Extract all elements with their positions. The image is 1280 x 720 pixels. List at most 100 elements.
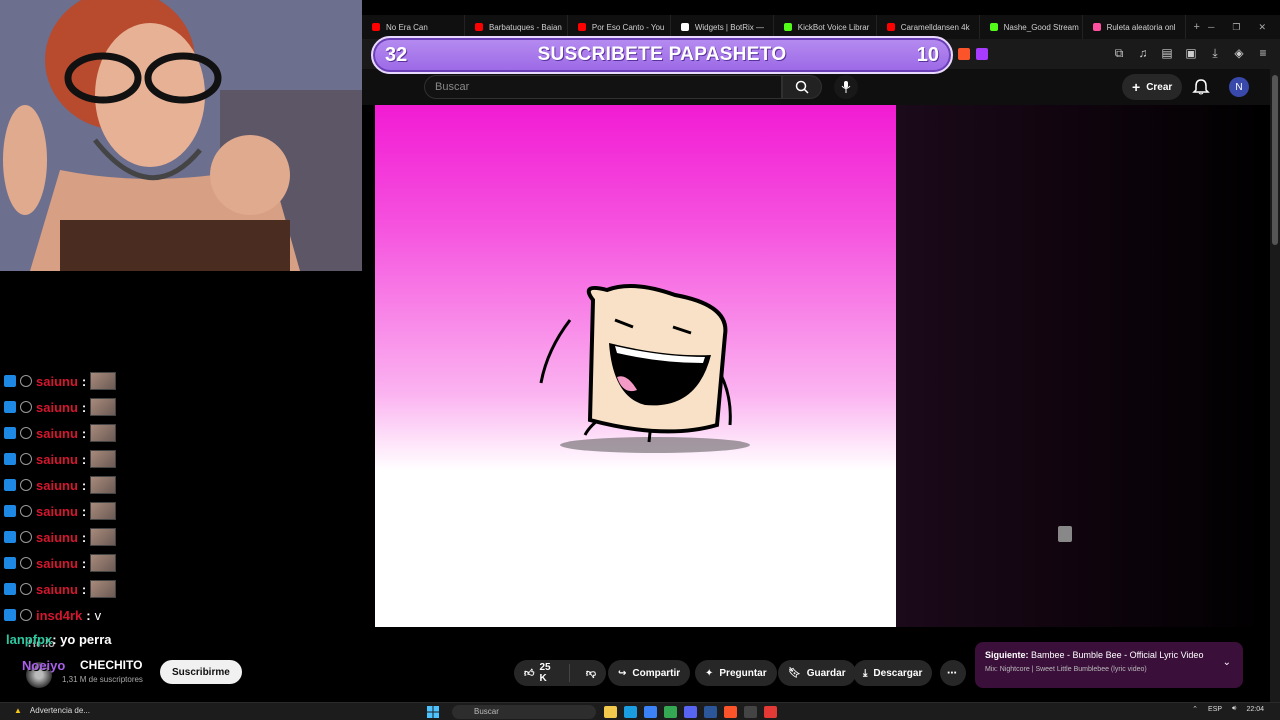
tab-favicon-icon <box>577 23 586 31</box>
eye-icon <box>20 583 32 595</box>
brave-rewards-icon[interactable] <box>976 48 988 60</box>
chat-message: saiunu: <box>0 368 362 394</box>
overlay-chat-message: : yo perra <box>52 632 112 647</box>
share-button[interactable]: ↪ Compartir <box>608 660 691 686</box>
subscribe-button[interactable]: Suscribirme <box>160 660 242 684</box>
account-avatar[interactable]: N <box>1229 77 1249 97</box>
chat-emote <box>90 502 117 520</box>
chevron-down-icon[interactable]: ⌄ <box>1223 657 1231 668</box>
taskbar-search[interactable]: Buscar <box>452 705 596 719</box>
video-info-bar: Hello lanpfpx: yo perra Noeiyo CHECHITO … <box>0 628 1270 702</box>
language-indicator[interactable]: ESP <box>1208 706 1222 713</box>
page-scrollbar[interactable] <box>1270 69 1280 702</box>
windows-start-icon[interactable] <box>427 706 439 718</box>
thumbs-down-icon: 👎︎ <box>585 668 596 679</box>
chat-username: saiunu <box>36 503 78 519</box>
notifications-bell-icon[interactable] <box>1192 78 1210 96</box>
warning-icon: ▲ <box>14 706 22 715</box>
platform-badge-icon <box>4 531 16 543</box>
bookmark-icon: 🔖︎ <box>788 667 801 679</box>
windows-taskbar: ▲ Advertencia de... Buscar ⌃ ESP 🔊︎ 22:0… <box>0 702 1280 720</box>
discord-icon[interactable] <box>684 706 697 718</box>
screen: No Era Can Barbatuques - Baian Por Eso Can… <box>0 0 1280 720</box>
eye-icon <box>20 557 32 569</box>
like-button[interactable]: 👍︎ 25 K <box>514 662 570 684</box>
download-icon[interactable]: ⤓ <box>1208 46 1222 60</box>
brave-shield-icon[interactable] <box>958 48 970 60</box>
tab-label: Por Eso Canto - You <box>591 22 665 32</box>
tray-chevron-icon[interactable]: ⌃ <box>1192 705 1198 713</box>
chat-username: saiunu <box>36 425 78 441</box>
chat-separator: : <box>81 581 87 597</box>
volume-icon[interactable]: 🔊︎ <box>1232 705 1236 713</box>
tab-favicon-icon <box>474 23 483 31</box>
platform-badge-icon <box>4 479 16 491</box>
clock[interactable]: 22:04 <box>1246 706 1264 713</box>
plus-icon: + <box>1132 79 1141 95</box>
chat-message: saiunu: <box>0 576 362 602</box>
chrome-icon[interactable] <box>664 706 677 718</box>
more-actions-button[interactable]: ⋯ <box>940 660 966 686</box>
up-next-card[interactable]: Siguiente: Bambee - Bumble Bee - Officia… <box>975 642 1243 688</box>
menu-icon[interactable]: ≡ <box>1256 46 1270 60</box>
vpn-icon[interactable]: ◈ <box>1232 46 1246 60</box>
browser-tab[interactable]: Ruleta aleatoria onl <box>1083 15 1186 39</box>
taskbar-warning[interactable]: ▲ Advertencia de... <box>14 706 90 715</box>
close-icon[interactable]: ✕ <box>1258 22 1266 33</box>
brave-icon[interactable] <box>724 706 737 718</box>
search-button[interactable] <box>782 75 822 99</box>
platform-badge-icon <box>4 401 16 413</box>
chat-username: saiunu <box>36 555 78 571</box>
ask-button[interactable]: ✦ Preguntar <box>695 660 777 686</box>
new-tab-button[interactable]: + <box>1186 21 1208 33</box>
eye-icon <box>20 375 32 387</box>
create-button[interactable]: + Crear <box>1122 74 1183 100</box>
microphone-icon <box>841 81 851 93</box>
file-explorer-icon[interactable] <box>604 706 617 718</box>
store-icon[interactable] <box>644 706 657 718</box>
save-label: Guardar <box>806 667 846 679</box>
create-label: Crear <box>1146 81 1173 93</box>
like-dislike-group: 👍︎ 25 K 👎︎ <box>514 660 606 686</box>
platform-badge-icon <box>4 583 16 595</box>
music-icon[interactable]: ♫ <box>1136 46 1150 60</box>
chat-emote <box>90 554 117 572</box>
chat-emote <box>90 528 117 546</box>
channel-name[interactable]: CHECHITO <box>80 658 142 672</box>
tab-label: Nashe_Good Stream <box>1003 22 1079 32</box>
share-label: Compartir <box>632 667 681 679</box>
scrollbar-thumb[interactable] <box>1272 75 1278 245</box>
save-button[interactable]: 🔖︎ Guardar <box>778 660 856 686</box>
obs-icon[interactable] <box>744 706 757 718</box>
sidebar-icon[interactable]: ▤ <box>1160 46 1174 60</box>
screenshot-icon[interactable]: ⧉ <box>1112 46 1126 60</box>
chat-emote <box>90 476 117 494</box>
webcam-figure <box>0 0 362 271</box>
edge-icon[interactable] <box>624 706 637 718</box>
chat-message: saiunu: <box>0 394 362 420</box>
sparkle-icon: ✦ <box>705 667 714 679</box>
restore-icon[interactable]: ❐ <box>1232 22 1240 33</box>
minimize-icon[interactable]: ─ <box>1208 22 1214 33</box>
chat-emote <box>90 372 117 390</box>
eye-icon <box>20 453 32 465</box>
video-player[interactable] <box>375 105 896 627</box>
platform-badge-icon <box>4 557 16 569</box>
streamer-webcam <box>0 0 362 271</box>
system-tray: ⌃ ESP 🔊︎ 22:04 <box>1192 705 1264 713</box>
chat-username: insd4rk <box>36 607 83 623</box>
banner-left-count: 32 <box>385 43 408 66</box>
word-icon[interactable] <box>704 706 717 718</box>
dislike-button[interactable]: 👎︎ <box>576 667 606 679</box>
download-button[interactable]: ⤓ Descargar <box>853 660 933 686</box>
up-next-prefix: Siguiente: <box>985 650 1029 660</box>
tab-favicon-icon <box>783 23 792 31</box>
voice-search-button[interactable] <box>834 75 858 99</box>
like-count: 25 K <box>539 662 551 684</box>
browser-tab[interactable]: Nashe_Good Stream <box>980 15 1083 39</box>
app-icon[interactable] <box>764 706 777 718</box>
tab-label: Caramelldansen 4k <box>900 22 970 32</box>
search-input[interactable]: Buscar <box>424 75 782 99</box>
tab-label: Widgets | BotRix — <box>694 22 765 32</box>
wallet-icon[interactable]: ▣ <box>1184 46 1198 60</box>
